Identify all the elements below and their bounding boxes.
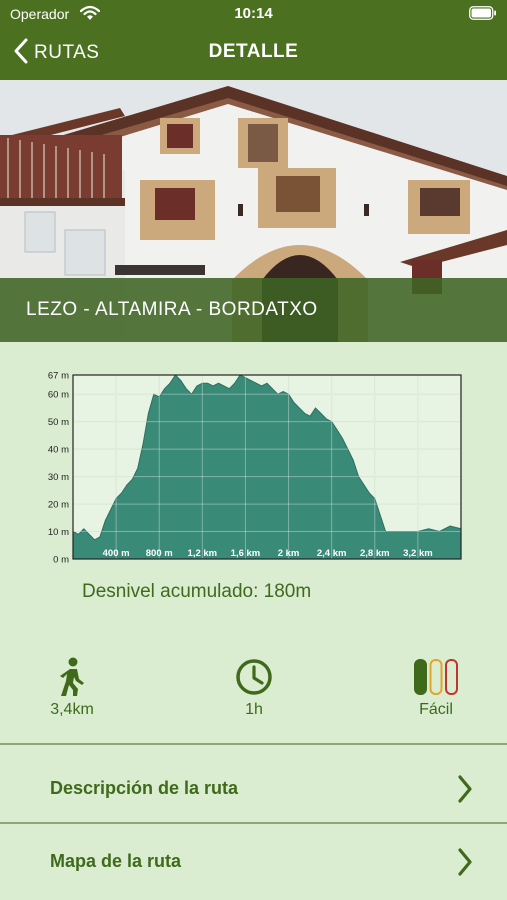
y-tick-label: 50 m [48, 417, 69, 428]
y-tick-label: 30 m [48, 472, 69, 483]
page-title: DETALLE [208, 41, 299, 62]
route-description-button[interactable]: Descripción de la ruta [0, 751, 507, 825]
divider [0, 743, 507, 745]
x-tick-label: 2,4 km [317, 548, 347, 559]
x-tick-label: 800 m [146, 548, 173, 559]
chevron-right-icon [457, 775, 473, 808]
elevation-chart: 0 m 10 m 20 m 30 m 40 m 50 m 60 m 67 m 400 m 800 … [0, 371, 507, 568]
walking-person-icon [17, 655, 127, 699]
duration-stat: 1h [199, 655, 309, 719]
chevron-right-icon [457, 848, 473, 881]
y-tick-label: 10 m [48, 527, 69, 538]
route-map-button[interactable]: Mapa de la ruta [0, 826, 507, 900]
accumulated-elevation-label: Desnivel acumulado: [82, 581, 259, 602]
x-tick-label: 400 m [103, 548, 130, 559]
status-bar: Operador 10:14 [0, 0, 507, 28]
y-tick-label: 40 m [48, 445, 69, 456]
distance-value: 3,4km [50, 701, 94, 718]
distance-stat: 3,4km [17, 655, 127, 719]
difficulty-stat: Fácil [381, 655, 491, 719]
clock-icon [199, 655, 309, 699]
y-tick-label: 67 m [48, 372, 69, 382]
route-description-label: Descripción de la ruta [50, 778, 239, 798]
y-tick-label: 0 m [53, 555, 69, 566]
x-tick-label: 2,8 km [360, 548, 390, 559]
battery-icon [469, 6, 497, 25]
route-title-banner: LEZO - ALTAMIRA - BORDATXO [0, 278, 507, 342]
status-time: 10:14 [234, 5, 273, 22]
accumulated-elevation-value: 180m [263, 581, 312, 602]
x-tick-label: 1,6 km [231, 548, 261, 559]
x-tick-label: 1,2 km [188, 548, 218, 559]
x-tick-label: 2 km [278, 548, 300, 559]
navigation-header: Operador 10:14 RUTAS DETALLE [0, 0, 507, 80]
divider [0, 822, 507, 824]
route-name: LEZO - ALTAMIRA - BORDATXO [26, 299, 318, 320]
difficulty-level-icon [381, 655, 491, 699]
route-map-label: Mapa de la ruta [50, 851, 182, 871]
difficulty-value: Fácil [419, 701, 453, 718]
accumulated-elevation: Desnivel acumulado: 180m [82, 581, 311, 603]
y-tick-label: 60 m [48, 390, 69, 401]
duration-value: 1h [245, 701, 263, 718]
x-tick-label: 3,2 km [403, 548, 433, 559]
y-tick-label: 20 m [48, 500, 69, 511]
